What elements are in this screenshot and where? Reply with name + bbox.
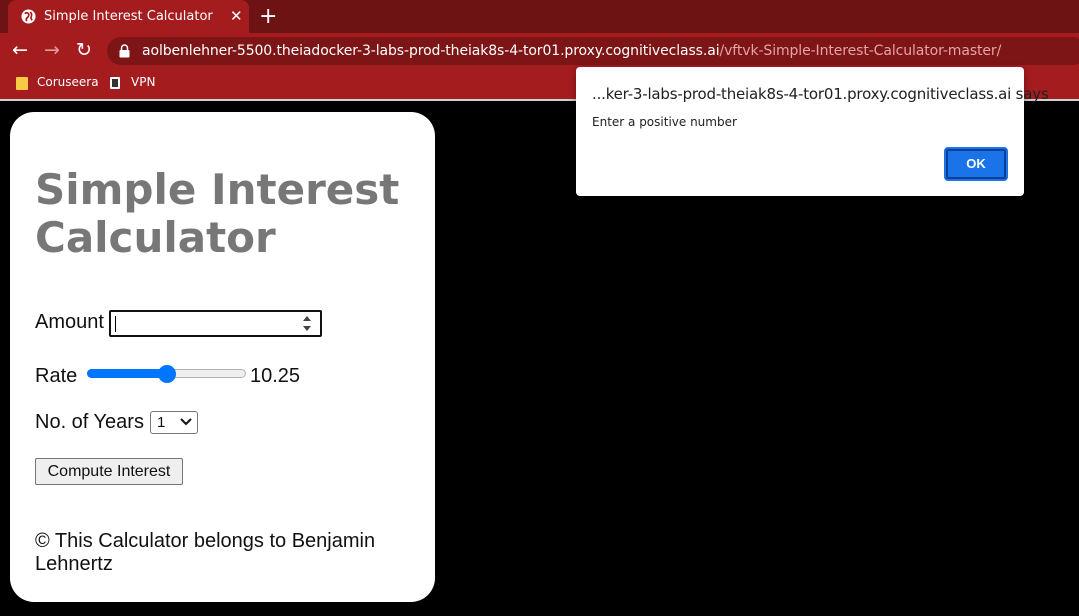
compute-interest-button[interactable]: Compute Interest	[35, 458, 183, 485]
tab-title: Simple Interest Calculator	[44, 9, 213, 24]
text-caret	[115, 316, 116, 332]
alert-dialog: ...ker-3-labs-prod-theiak8s-4-tor01.prox…	[576, 67, 1049, 196]
page-icon	[110, 77, 120, 89]
bookmark-vpn[interactable]: VPN	[131, 75, 155, 89]
tab-strip: Simple Interest Calculator ✕ +	[0, 0, 1079, 33]
folder-icon	[16, 77, 28, 90]
rate-label: Rate	[35, 365, 78, 387]
ok-button[interactable]: OK	[944, 147, 1008, 181]
years-label: No. of Years	[35, 411, 144, 433]
back-arrow-icon[interactable]: ←	[12, 39, 28, 61]
url-text: aolbenlehner-5500.theiadocker-3-labs-pro…	[142, 43, 1001, 59]
url-host: aolbenlehner-5500.theiadocker-3-labs-pro…	[142, 43, 720, 59]
amount-input[interactable]	[109, 310, 322, 337]
chevron-down-icon	[180, 418, 192, 426]
globe-icon	[21, 9, 36, 24]
dialog-title: ...ker-3-labs-prod-theiak8s-4-tor01.prox…	[592, 85, 1049, 103]
reload-icon[interactable]: ↻	[76, 39, 92, 61]
rate-value: 10.25	[250, 365, 301, 387]
dialog-message: Enter a positive number	[592, 115, 737, 129]
close-icon[interactable]: ✕	[230, 7, 243, 25]
rate-slider[interactable]	[87, 365, 246, 383]
spinner-arrows-icon[interactable]	[303, 315, 312, 333]
amount-label: Amount	[35, 311, 104, 333]
forward-arrow-icon[interactable]: →	[44, 39, 60, 61]
browser-tab[interactable]: Simple Interest Calculator ✕	[8, 0, 249, 33]
years-select[interactable]: 1	[150, 411, 198, 434]
calculator-card: Simple Interest Calculator Amount Rate 1…	[10, 112, 435, 602]
browser-toolbar: ← → ↻ aolbenlehner-5500.theiadocker-3-la…	[0, 33, 1079, 69]
slider-thumb[interactable]	[158, 365, 176, 383]
url-path: /vftvk-Simple-Interest-Calculator-master…	[719, 43, 1002, 59]
slider-fill	[87, 369, 167, 378]
lock-icon	[119, 44, 130, 58]
address-bar[interactable]: aolbenlehner-5500.theiadocker-3-labs-pro…	[107, 37, 1079, 65]
new-tab-icon[interactable]: +	[259, 4, 277, 29]
bookmark-coruseera[interactable]: Coruseera	[37, 75, 99, 89]
page-title: Simple Interest Calculator	[35, 165, 400, 262]
footer-copyright: © This Calculator belongs to Benjamin Le…	[35, 530, 376, 575]
years-selected-value: 1	[157, 414, 166, 431]
